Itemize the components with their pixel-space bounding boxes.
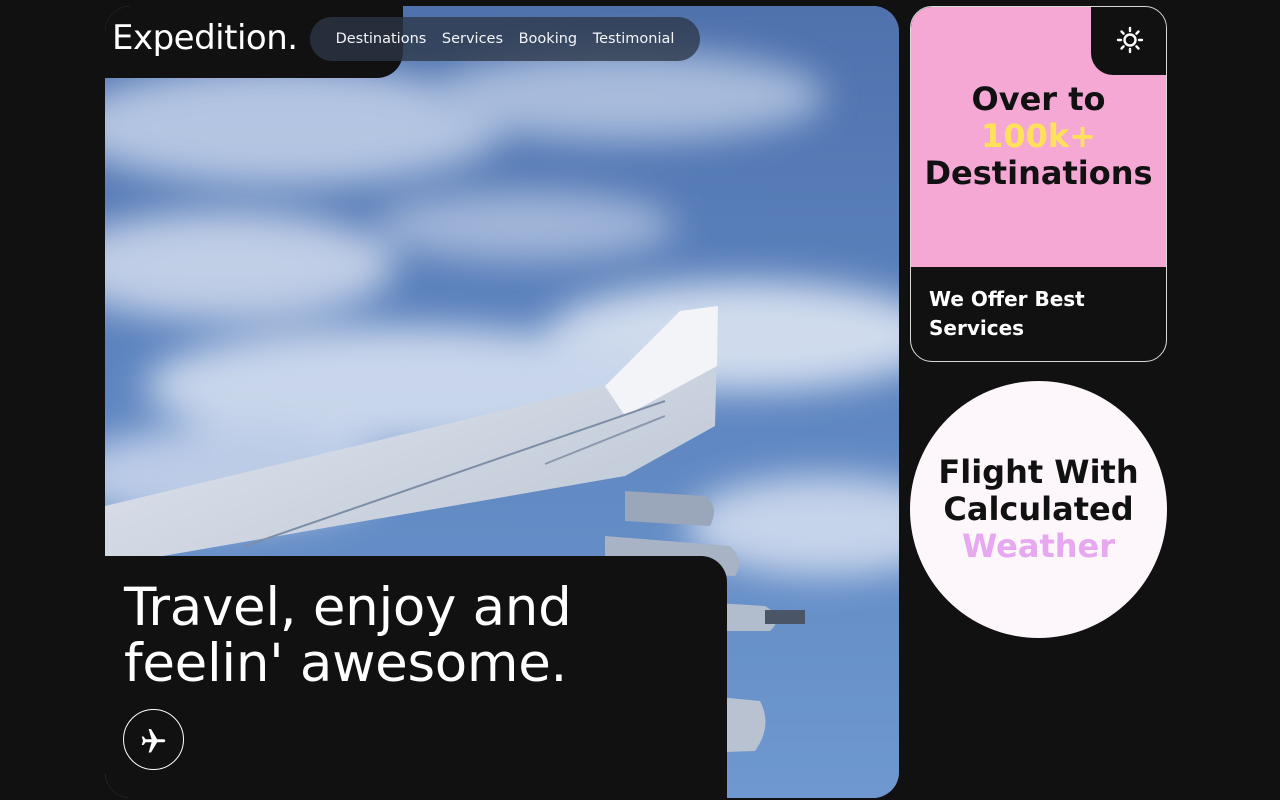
weather-card[interactable]: Flight With Calculated Weather bbox=[910, 381, 1167, 638]
sun-icon bbox=[1116, 26, 1144, 54]
services-caption: We Offer Best Services bbox=[929, 285, 1085, 343]
destinations-title-line-3: Destinations bbox=[924, 154, 1153, 192]
book-flight-button[interactable] bbox=[123, 709, 184, 770]
weather-line-1: Flight With bbox=[938, 453, 1139, 491]
destinations-count: 100k+ bbox=[981, 117, 1096, 155]
destinations-card[interactable]: Over to 100k+ Destinations We Offer Best… bbox=[910, 6, 1167, 362]
hero-headline: Travel, enjoy and feelin' awesome. bbox=[124, 577, 572, 694]
weather-line-2: Calculated bbox=[943, 490, 1134, 528]
nav-item-booking[interactable]: Booking bbox=[519, 31, 578, 47]
weather-line-3: Weather bbox=[961, 527, 1115, 565]
site-logo[interactable]: Expedition. bbox=[112, 18, 298, 58]
theme-toggle-button[interactable] bbox=[1112, 22, 1148, 58]
main-nav: Destinations Services Booking Testimonia… bbox=[310, 17, 700, 61]
services-caption-line-2: Services bbox=[929, 316, 1025, 340]
destinations-title: Over to 100k+ Destinations bbox=[911, 81, 1166, 192]
nav-item-services[interactable]: Services bbox=[442, 31, 503, 47]
headline-line-1: Travel, enjoy and bbox=[124, 577, 572, 638]
destinations-title-line-1: Over to bbox=[971, 80, 1106, 118]
airplane-icon bbox=[141, 728, 165, 752]
headline-line-2: feelin' awesome. bbox=[124, 633, 568, 694]
services-caption-line-1: We Offer Best bbox=[929, 287, 1085, 311]
nav-item-destinations[interactable]: Destinations bbox=[336, 31, 427, 47]
nav-item-testimonial[interactable]: Testimonial bbox=[593, 31, 675, 47]
page: Expedition. Destinations Services Bookin… bbox=[0, 0, 1280, 800]
